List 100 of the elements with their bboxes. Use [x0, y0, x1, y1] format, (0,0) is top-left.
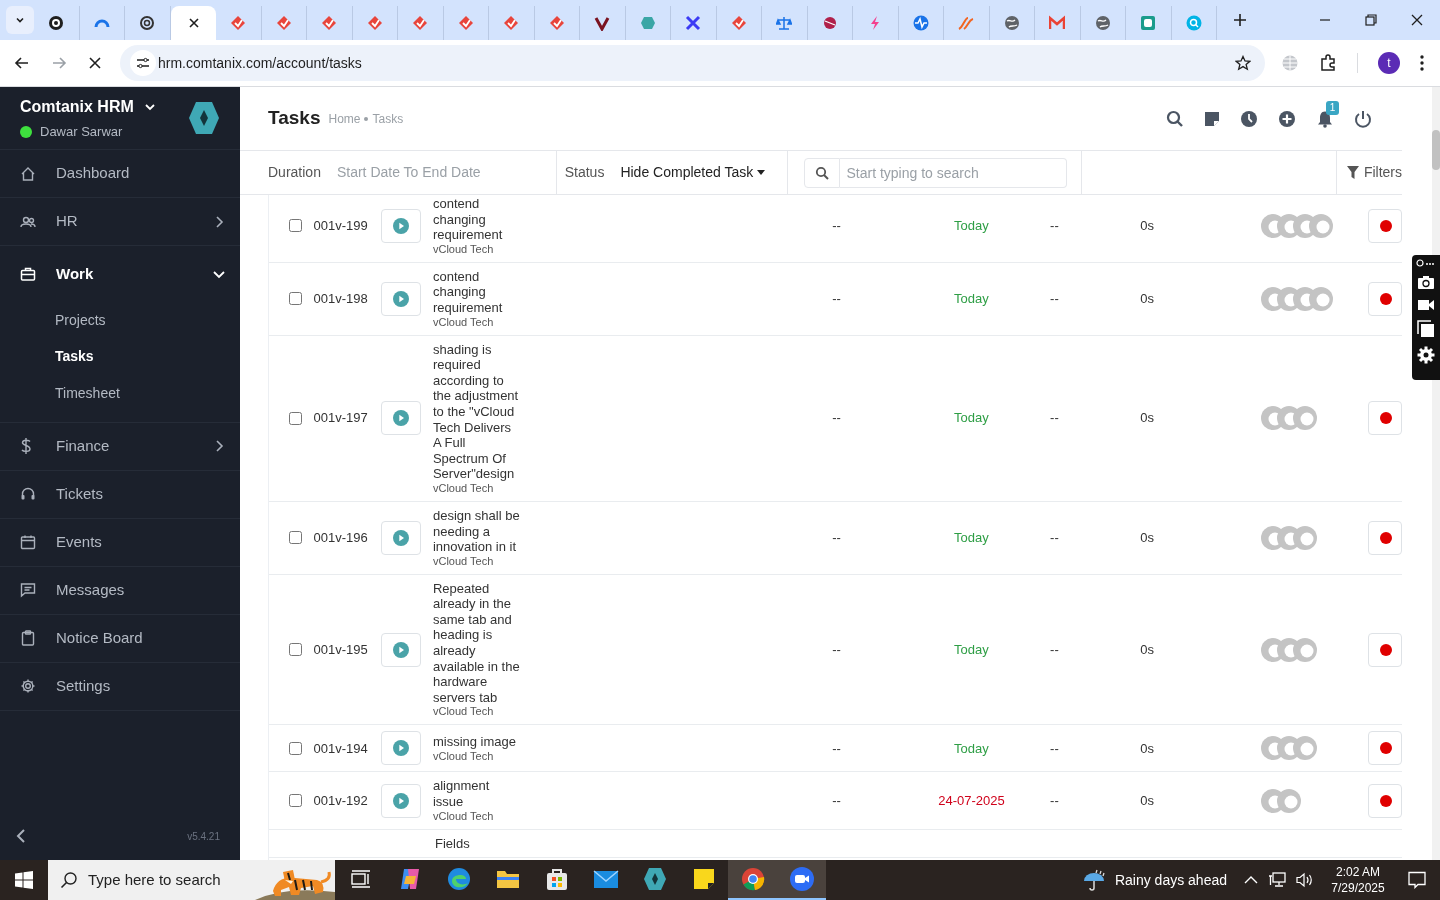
table-cell: --	[832, 290, 841, 306]
sidebar-item[interactable]: Tickets	[0, 470, 240, 518]
more-menu-icon[interactable]	[1420, 55, 1424, 71]
sidebar-item[interactable]: Events	[0, 518, 240, 566]
extensions-icon[interactable]	[1319, 54, 1337, 72]
profile-avatar[interactable]: t	[1378, 52, 1400, 74]
taskbar-app[interactable]	[777, 860, 826, 900]
task-title[interactable]: design shall be needing a innovation in it	[432, 507, 520, 555]
search-field[interactable]: Start typing to search	[840, 157, 1068, 188]
task-title[interactable]: alignment issue	[432, 778, 520, 810]
sidebar-item[interactable]: HR	[0, 198, 240, 245]
camera-icon[interactable]	[1417, 275, 1435, 290]
start-timer-button[interactable]	[380, 520, 421, 555]
status-dropdown[interactable]: Hide Completed Task	[620, 162, 766, 183]
windows-start-icon[interactable]	[15, 871, 33, 889]
add-circle-icon[interactable]	[1278, 109, 1296, 128]
table-cell: --	[1050, 290, 1059, 306]
notification-bell-icon[interactable]	[1316, 109, 1334, 128]
address-bar[interactable]: hrm.comtanix.com/account/tasks	[120, 45, 1265, 81]
taskbar-search-field[interactable]: Type here to search	[48, 860, 335, 900]
search-icon[interactable]	[1166, 109, 1184, 128]
weather-text[interactable]: Rainy days ahead	[1114, 869, 1227, 891]
task-view-icon[interactable]	[350, 870, 371, 888]
new-tab-icon[interactable]	[1233, 13, 1247, 27]
status-button[interactable]	[1368, 783, 1402, 818]
sticky-notes-icon[interactable]	[692, 868, 715, 890]
status-button[interactable]	[1368, 281, 1402, 316]
sidebar-item[interactable]: Dashboard	[0, 150, 240, 197]
settings-icon[interactable]	[1417, 346, 1435, 364]
task-title[interactable]: Fields	[435, 835, 522, 852]
row-checkbox[interactable]	[288, 292, 302, 306]
submenu-item[interactable]: Tasks	[0, 338, 240, 375]
date-range-field[interactable]: Start Date To End Date	[336, 162, 537, 183]
task-title[interactable]: Repeated already in the same tab and heading is already available in the hardware servers tab	[432, 580, 520, 706]
forward-icon[interactable]	[51, 55, 67, 71]
sidebar-item[interactable]: Messages	[0, 566, 240, 614]
site-settings-button[interactable]	[130, 50, 156, 76]
clock-icon[interactable]	[1240, 109, 1258, 128]
task-title[interactable]: shading is required according to the adjustment to the "vCloud Tech Delivers A Full Spectrum Of Server"design	[432, 341, 520, 482]
mail-icon[interactable]	[592, 869, 619, 889]
close-icon[interactable]	[1411, 14, 1423, 26]
stop-loading-icon[interactable]	[87, 56, 102, 70]
windows-stack-icon[interactable]	[1417, 320, 1435, 338]
row-checkbox[interactable]	[288, 219, 302, 233]
row-checkbox[interactable]	[288, 794, 302, 808]
due-date: Today	[954, 410, 989, 426]
sidebar-item[interactable]: Settings	[0, 662, 240, 710]
start-timer-button[interactable]	[380, 281, 421, 316]
page-title: Tasks	[268, 106, 321, 131]
power-icon[interactable]	[1354, 109, 1372, 128]
status-button[interactable]	[1368, 731, 1402, 766]
network-icon[interactable]	[1268, 872, 1286, 888]
volume-icon[interactable]	[1296, 872, 1314, 888]
video-camera-icon[interactable]	[1417, 298, 1435, 312]
folder-icon[interactable]	[495, 869, 520, 889]
start-timer-button[interactable]	[380, 783, 421, 818]
table-cell: --	[1050, 218, 1059, 234]
submenu-item[interactable]: Projects	[0, 302, 240, 339]
video-app-icon[interactable]	[788, 866, 815, 892]
filters-button[interactable]: Filters	[1346, 162, 1402, 183]
edge-icon[interactable]	[446, 867, 471, 891]
due-date: Today	[954, 641, 989, 657]
row-checkbox[interactable]	[288, 741, 302, 755]
back-icon[interactable]	[14, 55, 31, 71]
filter-label: Status	[564, 163, 605, 182]
row-checkbox[interactable]	[288, 411, 302, 425]
start-timer-button[interactable]	[380, 208, 421, 243]
link-more-icon[interactable]	[1416, 259, 1436, 267]
workspace-switcher[interactable]: Comtanix HRM	[20, 94, 188, 119]
sticky-note-icon[interactable]	[1204, 110, 1220, 127]
status-button[interactable]	[1368, 401, 1402, 436]
notification-center-icon[interactable]	[1408, 871, 1426, 889]
sidebar-item[interactable]: Notice Board	[0, 614, 240, 662]
sidebar-item[interactable]: Work	[0, 246, 240, 302]
status-button[interactable]	[1368, 208, 1402, 243]
collapse-sidebar-icon[interactable]	[16, 829, 26, 843]
status-button[interactable]	[1368, 632, 1402, 667]
bookmark-star-icon[interactable]	[1235, 55, 1251, 71]
table-cell: --	[832, 218, 841, 234]
taskbar-app[interactable]	[728, 860, 777, 900]
play-icon	[392, 217, 409, 234]
store-icon[interactable]	[544, 867, 569, 891]
chevron-up-icon[interactable]	[1244, 875, 1258, 885]
hexagon-app-icon[interactable]	[642, 867, 667, 891]
task-title[interactable]: contend changing requirement	[432, 268, 520, 316]
task-id: 001v-198	[313, 290, 368, 306]
clock[interactable]: 2:02 AM 7/29/2025	[1322, 864, 1394, 896]
status-button[interactable]	[1368, 520, 1402, 555]
row-checkbox[interactable]	[288, 643, 302, 657]
start-timer-button[interactable]	[380, 401, 421, 436]
chrome-icon[interactable]	[740, 867, 765, 891]
task-title[interactable]: missing image	[432, 734, 520, 750]
task-title[interactable]: contend changing requirement	[432, 196, 520, 243]
sidebar-item[interactable]: Finance	[0, 422, 240, 470]
tune-icon	[136, 56, 150, 70]
row-checkbox[interactable]	[288, 531, 302, 545]
start-timer-button[interactable]	[380, 731, 421, 766]
restore-icon[interactable]	[1365, 14, 1377, 26]
start-timer-button[interactable]	[380, 632, 421, 667]
submenu-item[interactable]: Timesheet	[0, 375, 240, 412]
